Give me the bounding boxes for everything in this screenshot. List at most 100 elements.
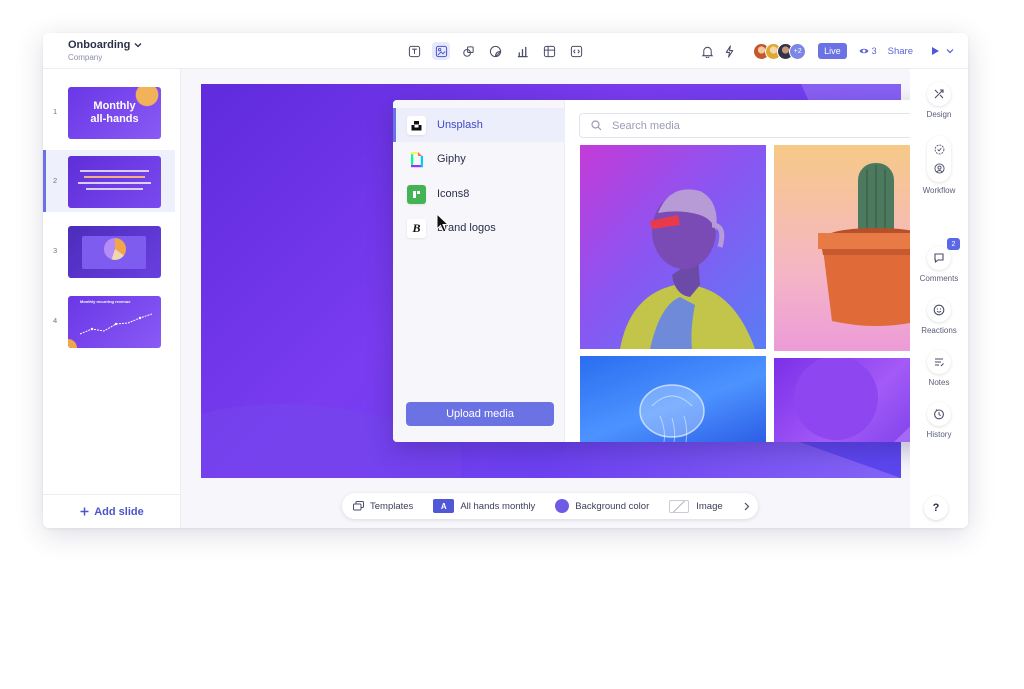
portrait-illustration [620,189,755,349]
media-tool-button[interactable] [432,42,450,60]
header-actions: +2 Live 3 Share [700,41,954,61]
reactions-button[interactable] [927,298,951,322]
sticker-tool-icon [489,45,501,57]
upload-media-button[interactable]: Upload media [406,402,554,426]
insert-toolbar [405,42,585,60]
search-media-input[interactable]: Search media [579,113,960,138]
slide-preview: Monthly all-hands [68,87,161,139]
slide-thumbnail-1[interactable]: 1 Monthly all-hands [43,81,175,143]
help-button[interactable]: ? [924,496,948,520]
workflow-button[interactable] [927,136,951,182]
mouse-cursor-icon [436,213,450,233]
theme-label: All hands monthly [460,500,536,512]
document-title-dropdown[interactable]: Onboarding [68,39,142,51]
table-tool-button[interactable] [540,42,558,60]
embed-tool-button[interactable] [567,42,585,60]
chevron-down-icon [946,49,954,54]
templates-icon [353,501,364,511]
image-button[interactable]: Image [669,499,723,513]
notifications-button[interactable] [700,44,714,58]
comment-icon [934,253,944,264]
source-item-brand-logos[interactable]: B Brand logos [393,211,565,245]
history-button[interactable] [927,402,951,426]
top-bar: Onboarding Company +2 Live 3 Share [43,33,968,69]
chevron-right-icon[interactable] [743,502,750,511]
source-label: Unsplash [437,119,483,131]
source-item-icons8[interactable]: Icons8 [393,177,565,211]
document-title: Onboarding [68,39,131,51]
plus-icon [80,507,89,516]
slide-thumbnail-3[interactable]: 3 [43,220,175,282]
rail-item-comments[interactable]: 2 Comments [910,238,968,283]
icons8-icon [407,184,426,204]
text-tool-icon [408,45,420,57]
chart-tool-icon [517,46,528,57]
image-placeholder-icon [669,499,690,513]
rail-label: Design [926,110,952,119]
slide-thumbnail-4[interactable]: 4 Monthly recurring revenue [43,290,175,352]
rail-item-reactions[interactable]: Reactions [910,298,968,335]
rail-label: Notes [928,378,950,387]
slide-number: 1 [53,107,58,116]
image-label: Image [696,500,723,512]
add-slide-button[interactable]: Add slide [43,494,181,528]
slide-thumb-line-chart [68,313,153,348]
templates-button[interactable]: Templates [353,501,413,512]
design-icon [934,89,944,99]
media-result-jellyfish[interactable] [580,356,766,442]
sticker-tool-button[interactable] [486,42,504,60]
source-label: Giphy [437,153,466,165]
search-placeholder: Search media [612,119,680,132]
viewers-count: 3 [871,46,877,56]
eye-icon [859,48,869,54]
slide-number: 3 [53,246,58,255]
live-button[interactable]: Live [818,43,847,59]
collaborator-avatars[interactable]: +2 [753,42,807,60]
search-icon [591,120,602,131]
rail-label: Comments [919,274,959,283]
source-item-giphy[interactable]: Giphy [393,142,565,176]
present-button[interactable] [931,46,954,56]
avatar-overflow-count: +2 [789,42,807,60]
source-item-unsplash[interactable]: Unsplash [393,108,565,142]
rail-item-design[interactable]: Design [910,82,968,119]
theme-button[interactable]: A All hands monthly [433,499,535,513]
unsplash-icon [407,115,426,135]
comments-button[interactable]: 2 [927,238,960,270]
chart-tool-button[interactable] [513,42,531,60]
share-button[interactable]: Share [888,46,913,57]
notes-button[interactable] [927,350,951,374]
rail-item-notes[interactable]: Notes [910,350,968,387]
rail-label: Workflow [922,186,956,195]
smiley-icon [933,304,945,316]
media-result-portrait[interactable] [580,145,766,349]
slides-panel: 1 Monthly all-hands 2 3 4 Monthly recurr… [43,69,181,528]
rail-item-history[interactable]: History [910,402,968,439]
bell-icon [701,46,713,58]
slide-number: 2 [53,176,58,185]
background-color-button[interactable]: Background color [555,499,649,513]
slide-preview [68,226,161,278]
background-color-label: Background color [575,500,650,512]
chevron-down-icon [134,43,142,48]
app-window: Onboarding Company +2 Live 3 Share 1 Mon… [43,33,968,528]
history-icon [934,409,944,420]
slide-preview: Monthly recurring revenue [68,296,161,348]
theme-badge: A [433,499,455,513]
design-button[interactable] [927,82,951,106]
text-tool-button[interactable] [405,42,423,60]
source-label: Icons8 [437,188,470,200]
viewers-indicator[interactable]: 3 [859,46,877,56]
rail-item-workflow[interactable]: Workflow [910,136,968,195]
media-results-grid [580,145,960,442]
slide-thumbnail-2[interactable]: 2 [43,150,175,212]
editor-canvas-area: Unsplash Giphy Icons8 B Brand logos Uplo… [181,69,968,528]
giphy-icon [407,150,426,169]
slide-preview [68,156,161,208]
jellyfish-illustration [639,384,705,442]
slide-number: 4 [53,316,58,325]
slide-thumb-title: Monthly all-hands [90,100,139,125]
shapes-tool-button[interactable] [459,42,477,60]
rail-label: History [926,430,952,439]
lightning-button[interactable] [722,44,736,58]
